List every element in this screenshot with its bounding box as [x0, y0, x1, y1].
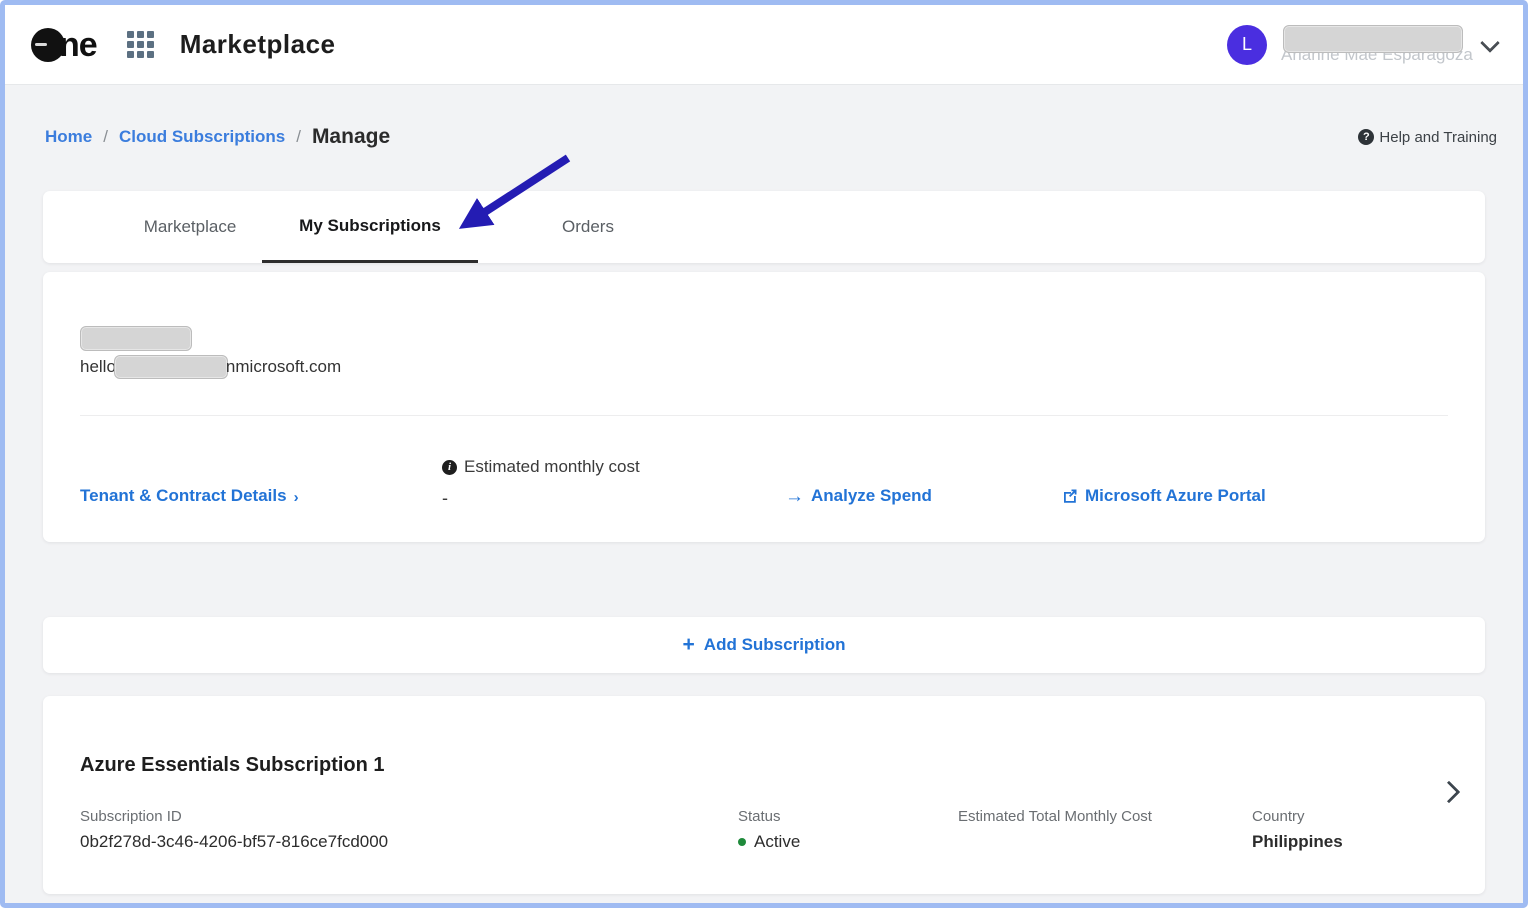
- tabs-bar: Marketplace My Subscriptions Orders: [43, 191, 1485, 263]
- avatar[interactable]: L: [1227, 25, 1267, 65]
- status-badge: Active: [738, 832, 800, 852]
- help-icon: ?: [1358, 129, 1374, 145]
- user-name: Arianne Mae Esparagoza: [1279, 23, 1475, 67]
- field-label: Status: [738, 808, 800, 825]
- redaction-box: [1283, 25, 1463, 53]
- field-label: Country: [1252, 808, 1343, 825]
- account-email: hello nmicrosoft.com: [80, 355, 341, 379]
- chevron-down-icon[interactable]: [1480, 33, 1500, 53]
- email-prefix: hello: [80, 357, 116, 377]
- tenant-contract-details-link[interactable]: Tenant & Contract Details ›: [80, 486, 299, 506]
- page-title: Marketplace: [180, 29, 336, 60]
- breadcrumb-separator: /: [296, 127, 301, 147]
- breadcrumb-current: Manage: [312, 125, 390, 149]
- plus-icon: +: [683, 634, 695, 655]
- field-value: Philippines: [1252, 832, 1343, 852]
- help-and-training-link[interactable]: ? Help and Training: [1358, 129, 1497, 146]
- add-subscription-button[interactable]: + Add Subscription: [43, 617, 1485, 673]
- breadcrumb-separator: /: [103, 127, 108, 147]
- redaction-box-email: [114, 355, 228, 379]
- breadcrumb: Home / Cloud Subscriptions / Manage ? He…: [45, 125, 1497, 149]
- redaction-box-name: [80, 326, 192, 351]
- top-header: ne Marketplace L Arianne Mae Esparagoza: [5, 5, 1523, 85]
- add-subscription-label: Add Subscription: [704, 635, 846, 655]
- user-menu[interactable]: L Arianne Mae Esparagoza: [1227, 23, 1497, 67]
- app-frame: ne Marketplace L Arianne Mae Esparagoza …: [0, 0, 1528, 908]
- field-value: 0b2f278d-3c46-4206-bf57-816ce7fcd000: [80, 832, 388, 852]
- field-country: Country Philippines: [1252, 808, 1343, 852]
- status-dot-icon: [738, 838, 746, 846]
- field-label: Subscription ID: [80, 808, 388, 825]
- status-text: Active: [754, 832, 800, 852]
- field-estimated-total-monthly-cost: Estimated Total Monthly Cost: [958, 808, 1152, 832]
- subscription-title: Azure Essentials Subscription 1: [80, 754, 385, 777]
- arrow-right-icon: →: [785, 487, 804, 506]
- field-subscription-id: Subscription ID 0b2f278d-3c46-4206-bf57-…: [80, 808, 388, 852]
- chevron-right-icon: ›: [294, 489, 299, 506]
- logo-circle-icon: [31, 28, 65, 62]
- app-launcher-grid-icon[interactable]: [127, 31, 154, 58]
- breadcrumb-cloud-subscriptions[interactable]: Cloud Subscriptions: [119, 127, 285, 147]
- help-label: Help and Training: [1379, 129, 1497, 146]
- tab-marketplace[interactable]: Marketplace: [100, 191, 280, 263]
- subscription-card[interactable]: Azure Essentials Subscription 1 Subscrip…: [43, 696, 1485, 894]
- divider: [80, 415, 1448, 416]
- estimated-monthly-cost-value: -: [442, 488, 448, 509]
- field-label: Estimated Total Monthly Cost: [958, 808, 1152, 825]
- external-link-icon: [1062, 488, 1078, 504]
- tab-my-subscriptions[interactable]: My Subscriptions: [262, 191, 478, 263]
- microsoft-azure-portal-link[interactable]: Microsoft Azure Portal: [1062, 486, 1266, 506]
- azure-portal-label: Microsoft Azure Portal: [1085, 486, 1266, 506]
- email-suffix: nmicrosoft.com: [226, 357, 341, 377]
- estimated-monthly-cost-label: i Estimated monthly cost: [442, 457, 640, 477]
- estimated-monthly-cost-text: Estimated monthly cost: [464, 457, 640, 477]
- account-card: hello nmicrosoft.com i Estimated monthly…: [43, 272, 1485, 542]
- chevron-right-icon[interactable]: [1438, 781, 1461, 804]
- tab-orders[interactable]: Orders: [518, 191, 658, 263]
- info-icon: i: [442, 460, 457, 475]
- analyze-spend-label: Analyze Spend: [811, 486, 932, 506]
- tenant-link-label: Tenant & Contract Details: [80, 486, 287, 506]
- breadcrumb-home[interactable]: Home: [45, 127, 92, 147]
- field-status: Status Active: [738, 808, 800, 852]
- softwareone-logo[interactable]: ne: [31, 28, 97, 62]
- analyze-spend-link[interactable]: → Analyze Spend: [785, 486, 932, 506]
